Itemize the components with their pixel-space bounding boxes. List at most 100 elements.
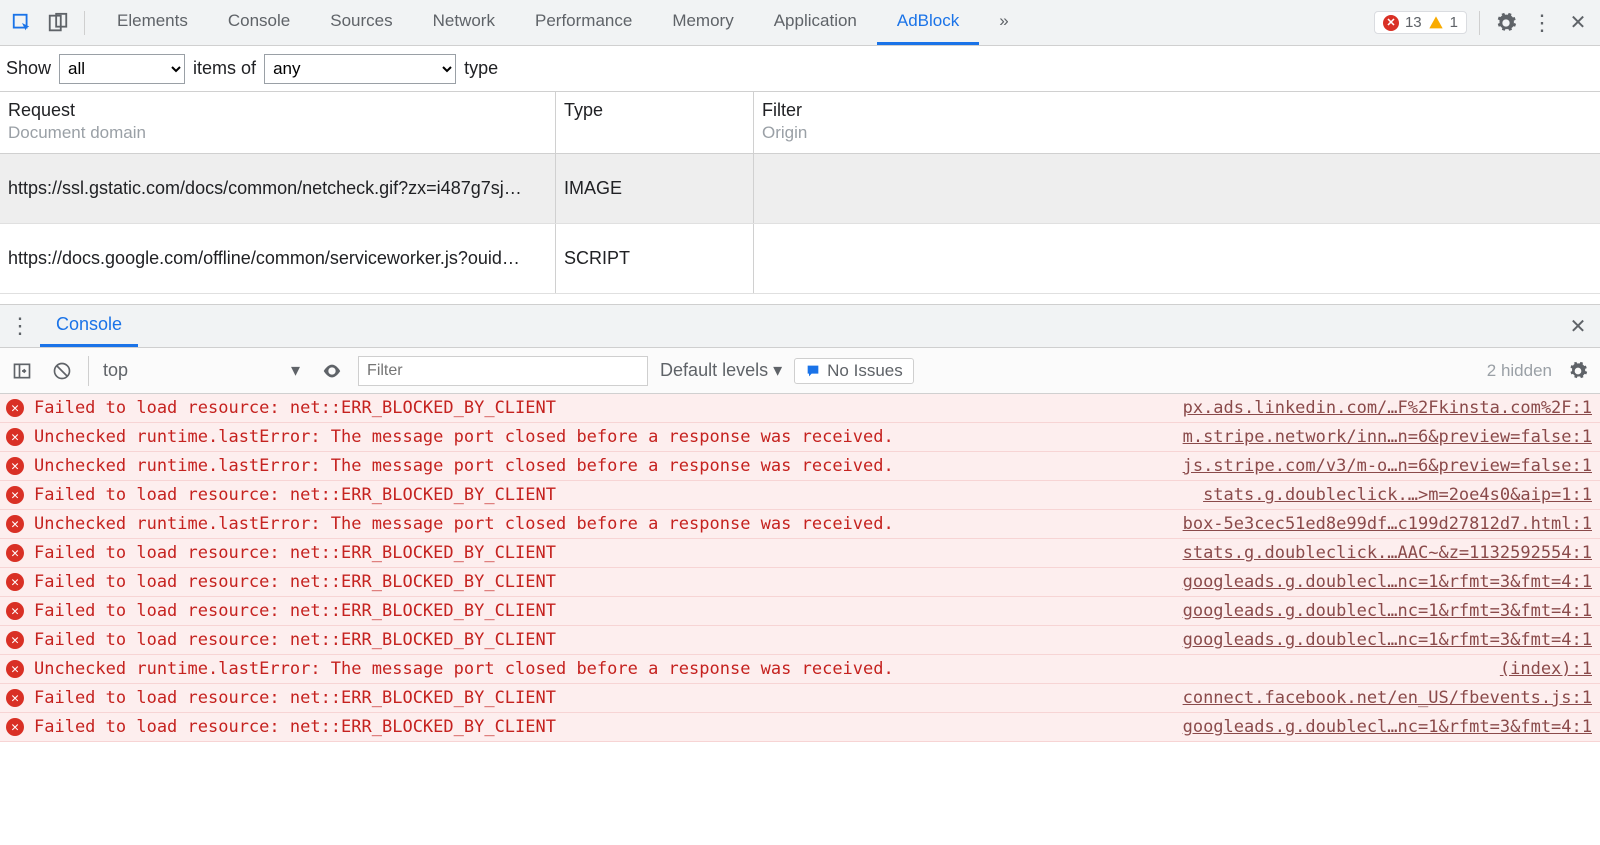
console-error-row[interactable]: ✕ Failed to load resource: net::ERR_BLOCK… [0, 394, 1600, 423]
console-error-row[interactable]: ✕ Failed to load resource: net::ERR_BLOCK… [0, 597, 1600, 626]
tab-memory[interactable]: Memory [652, 0, 753, 45]
error-source-link[interactable]: googleads.g.doublecl…nc=1&rfmt=3&fmt=4:1 [1183, 601, 1592, 621]
error-source-link[interactable]: stats.g.doubleclick.…>m=2oe4s0&aip=1:1 [1203, 485, 1592, 505]
topbar-left [8, 9, 89, 37]
grid-body[interactable]: https://ssl.gstatic.com/docs/common/netc… [0, 154, 1600, 304]
error-icon: ✕ [6, 457, 24, 475]
error-source-link[interactable]: googleads.g.doublecl…nc=1&rfmt=3&fmt=4:1 [1183, 572, 1592, 592]
error-icon: ✕ [6, 718, 24, 736]
error-icon: ✕ [6, 689, 24, 707]
cell-request: https://ssl.gstatic.com/docs/common/netc… [0, 154, 556, 223]
kebab-icon[interactable]: ⋮ [1528, 9, 1556, 37]
console-filter-input[interactable] [358, 356, 648, 386]
panel-tablist: ElementsConsoleSourcesNetworkPerformance… [97, 0, 979, 45]
separator [84, 11, 85, 35]
error-icon: ✕ [6, 486, 24, 504]
console-error-row[interactable]: ✕ Failed to load resource: net::ERR_BLOCK… [0, 539, 1600, 568]
tab-sources[interactable]: Sources [310, 0, 412, 45]
error-text: Failed to load resource: net::ERR_BLOCKE… [34, 717, 556, 737]
gear-icon[interactable] [1492, 9, 1520, 37]
error-text: Unchecked runtime.lastError: The message… [34, 456, 894, 476]
items-of-label: items of [193, 58, 256, 79]
console-gear-icon[interactable] [1564, 357, 1592, 385]
console-error-row[interactable]: ✕Unchecked runtime.lastError: The messag… [0, 510, 1600, 539]
error-warning-badge[interactable]: ✕ 13 1 [1374, 11, 1467, 34]
show-select[interactable]: all [59, 54, 185, 84]
console-messages[interactable]: ✕Failed to load resource: net::ERR_BLOCK… [0, 394, 1600, 804]
error-source-link[interactable]: googleads.g.doublecl…nc=1&rfmt=3&fmt=4:1 [1183, 630, 1592, 650]
error-source-link[interactable]: px.ads.linkedin.com/…F%2Fkinsta.com%2F:1 [1183, 398, 1592, 418]
console-error-row[interactable]: ✕Failed to load resource: net::ERR_BLOCK… [0, 626, 1600, 655]
tab-console[interactable]: Console [208, 0, 310, 45]
error-text: Failed to load resource: net::ERR_BLOCKE… [34, 688, 556, 708]
error-text: Failed to load resource: net::ERR_BLOCKE… [34, 543, 556, 563]
grid-header: Request Document domain Type Filter Orig… [0, 92, 1600, 154]
tab-application[interactable]: Application [754, 0, 877, 45]
console-toolbar-right: 2 hidden [1487, 357, 1592, 385]
error-icon: ✕ [6, 660, 24, 678]
error-icon: ✕ [6, 544, 24, 562]
col-header-type[interactable]: Type [556, 92, 754, 153]
type-select[interactable]: any [264, 54, 456, 84]
error-text: Failed to load resource: net::ERR_BLOCKE… [34, 572, 556, 592]
error-icon: ✕ [6, 428, 24, 446]
drawer-tab-console[interactable]: Console [40, 305, 138, 347]
tab-elements[interactable]: Elements [97, 0, 208, 45]
error-source-link[interactable]: box-5e3cec51ed8e99df…c199d27812d7.html:1 [1183, 514, 1592, 534]
warning-count: 1 [1450, 14, 1458, 31]
console-error-row[interactable]: ✕ Failed to load resource: net::ERR_BLOCK… [0, 684, 1600, 713]
close-icon[interactable]: ✕ [1564, 9, 1592, 37]
error-text: Failed to load resource: net::ERR_BLOCKE… [34, 398, 556, 418]
clear-icon[interactable] [48, 357, 76, 385]
error-text: Unchecked runtime.lastError: The message… [34, 659, 894, 679]
col-header-request[interactable]: Request Document domain [0, 92, 556, 153]
error-icon: ✕ [6, 573, 24, 591]
live-expression-icon[interactable] [318, 357, 346, 385]
error-source-link[interactable]: (index):1 [1500, 659, 1592, 679]
error-icon: ✕ [1383, 15, 1399, 31]
cell-filter [754, 224, 1600, 293]
drawer-close-icon[interactable]: ✕ [1556, 314, 1600, 339]
error-icon: ✕ [6, 399, 24, 417]
tab-network[interactable]: Network [413, 0, 515, 45]
show-label: Show [6, 58, 51, 79]
device-toggle-icon[interactable] [44, 9, 72, 37]
cell-filter [754, 154, 1600, 223]
cell-type: IMAGE [556, 154, 754, 223]
error-source-link[interactable]: js.stripe.com/v3/m-o…n=6&preview=false:1 [1183, 456, 1592, 476]
console-toolbar: top ▾ Default levels ▾ No Issues 2 hidde… [0, 348, 1600, 394]
error-icon: ✕ [6, 602, 24, 620]
context-selector[interactable]: top ▾ [88, 356, 306, 386]
console-error-row[interactable]: ✕ Failed to load resource: net::ERR_BLOCK… [0, 713, 1600, 742]
error-source-link[interactable]: stats.g.doubleclick.…AAC~&z=1132592554:1 [1183, 543, 1592, 563]
sidebar-toggle-icon[interactable] [8, 357, 36, 385]
inspect-icon[interactable] [8, 9, 36, 37]
table-row[interactable]: https://ssl.gstatic.com/docs/common/netc… [0, 154, 1600, 224]
error-source-link[interactable]: googleads.g.doublecl…nc=1&rfmt=3&fmt=4:1 [1183, 717, 1592, 737]
error-text: Failed to load resource: net::ERR_BLOCKE… [34, 485, 556, 505]
speech-icon [805, 363, 821, 379]
drawer-kebab-icon[interactable]: ⋮ [0, 313, 40, 339]
console-error-row[interactable]: ✕ Unchecked runtime.lastError: The messag… [0, 452, 1600, 481]
topbar-right: ✕ 13 1 ⋮ ✕ [1374, 9, 1592, 37]
console-error-row[interactable]: ✕ Unchecked runtime.lastError: The messag… [0, 655, 1600, 684]
more-tabs[interactable]: » [979, 11, 1028, 34]
console-error-row[interactable]: ✕ Failed to load resource: net::ERR_BLOCK… [0, 568, 1600, 597]
adblock-filterbar: Show all items of any type [0, 46, 1600, 92]
log-levels[interactable]: Default levels ▾ [660, 360, 782, 381]
issues-button[interactable]: No Issues [794, 358, 914, 384]
error-text: Failed to load resource: net::ERR_BLOCKE… [34, 601, 556, 621]
error-text: Failed to load resource: net::ERR_BLOCKE… [34, 630, 556, 650]
table-row[interactable]: https://docs.google.com/offline/common/s… [0, 224, 1600, 294]
console-error-row[interactable]: ✕Unchecked runtime.lastError: The messag… [0, 423, 1600, 452]
type-label: type [464, 58, 498, 79]
drawer-header: ⋮ Console ✕ [0, 304, 1600, 348]
hidden-count[interactable]: 2 hidden [1487, 361, 1552, 381]
error-source-link[interactable]: m.stripe.network/inn…n=6&preview=false:1 [1183, 427, 1592, 447]
tab-performance[interactable]: Performance [515, 0, 652, 45]
col-header-filter[interactable]: Filter Origin [754, 92, 1600, 153]
tab-adblock[interactable]: AdBlock [877, 0, 979, 45]
error-source-link[interactable]: connect.facebook.net/en_US/fbevents.js:1 [1183, 688, 1592, 708]
separator [1479, 11, 1480, 35]
console-error-row[interactable]: ✕ Failed to load resource: net::ERR_BLOCK… [0, 481, 1600, 510]
